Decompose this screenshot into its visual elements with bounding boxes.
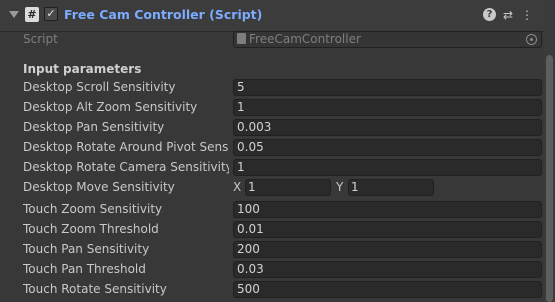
property-value-input[interactable]: 0.01 [233,221,542,238]
property-label: Touch Zoom Threshold [23,222,159,236]
property-row: Desktop Move Sensitivity X 1 Y 1 [23,179,542,197]
property-value-input[interactable]: 100 [233,201,542,218]
vector-x-label: X [233,180,242,194]
vector-y-input[interactable]: 1 [348,179,434,196]
property-value-input[interactable]: 1 [233,99,542,116]
property-value-input[interactable]: 1 [233,159,542,176]
component-enabled-checkbox[interactable]: ✓ [44,7,58,21]
property-label: Desktop Pan Sensitivity [23,120,165,134]
property-label: Touch Zoom Sensitivity [23,202,163,216]
property-label: Desktop Rotate Camera Sensitivity [23,160,229,174]
property-label: Touch Pan Sensitivity [23,242,150,256]
property-label: Desktop Rotate Around Pivot Sensitivity [23,140,229,154]
script-row: Script FreeCamController [23,31,542,49]
script-object-field[interactable]: FreeCamController [233,31,542,48]
component-header[interactable]: # ✓ Free Cam Controller (Script) ? ⇄ ⋮ [0,0,544,32]
property-label: Desktop Alt Zoom Sensitivity [23,100,198,114]
fold-arrow-icon[interactable] [9,11,19,18]
property-value-input[interactable]: 0.03 [233,261,542,278]
property-row: Desktop Scroll Sensitivity 5 [23,79,542,97]
property-row: Touch Zoom Sensitivity 100 [23,201,542,219]
property-label: Touch Pan Threshold [23,262,146,276]
property-value-input[interactable]: 200 [233,241,542,258]
property-value-input[interactable]: 0.003 [233,119,542,136]
property-label: Desktop Move Sensitivity [23,180,175,194]
component-title: Free Cam Controller (Script) [64,7,263,22]
property-value-input[interactable]: 0.05 [233,139,542,156]
vector-y-label: Y [336,180,344,194]
property-row: Desktop Rotate Around Pivot Sensitivity 0… [23,139,542,157]
property-value-input[interactable]: 5 [233,79,542,96]
property-row: Desktop Rotate Camera Sensitivity 1 [23,159,542,177]
object-picker-icon[interactable] [526,34,537,45]
property-label: Touch Rotate Sensitivity [23,282,167,296]
property-row: Touch Pan Threshold 0.03 [23,261,542,279]
script-component-icon: # [25,7,39,22]
script-label: Script [23,32,58,46]
property-row: Touch Zoom Threshold 0.01 [23,221,542,239]
property-label: Desktop Scroll Sensitivity [23,80,176,94]
section-header-input-parameters: Input parameters [23,62,142,76]
script-file-icon [237,33,246,44]
presets-icon[interactable]: ⇄ [501,7,515,23]
more-options-icon[interactable]: ⋮ [520,7,534,23]
property-row: Touch Pan Sensitivity 200 [23,241,542,259]
property-row: Touch Rotate Sensitivity 500 [23,281,542,299]
scrollbar-thumb[interactable] [546,55,553,302]
help-icon[interactable]: ? [483,8,496,21]
property-row: Desktop Alt Zoom Sensitivity 1 [23,99,542,117]
property-value-input[interactable]: 500 [233,281,542,298]
vector-x-input[interactable]: 1 [245,179,331,196]
scrollbar[interactable] [544,0,555,302]
script-name: FreeCamController [249,32,361,46]
property-row: Desktop Pan Sensitivity 0.003 [23,119,542,137]
